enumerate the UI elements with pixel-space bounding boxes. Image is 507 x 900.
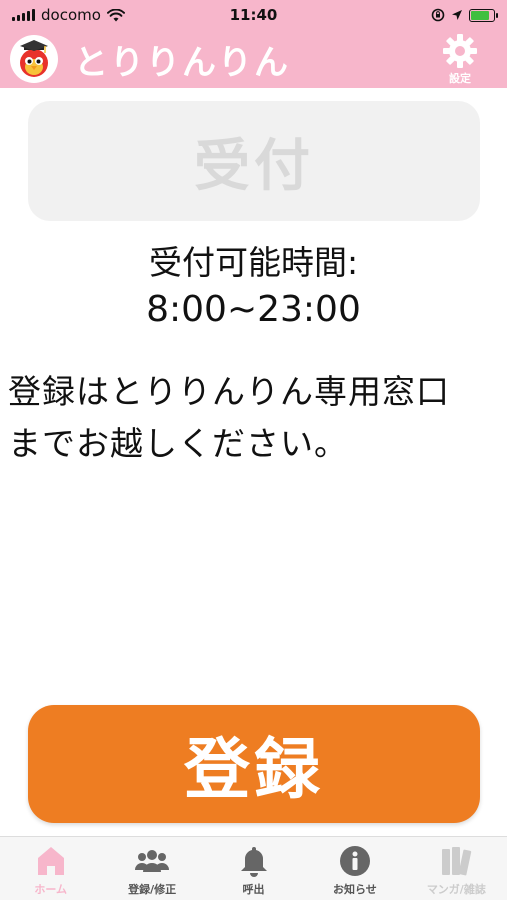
app-header: とりりんりん 設定 xyxy=(0,30,507,88)
users-icon xyxy=(135,850,170,872)
status-right xyxy=(431,8,498,22)
tab-bar: ホーム 登録/修正 呼出 お知らせ マンガ/雑誌 xyxy=(0,836,507,900)
reception-hours-label: 受付可能時間: xyxy=(148,243,359,282)
tab-register-edit[interactable]: 登録/修正 xyxy=(101,837,202,900)
info-icon xyxy=(339,846,370,876)
tab-manga-magazine-label: マンガ/雑誌 xyxy=(426,883,486,896)
tab-home[interactable]: ホーム xyxy=(0,837,101,900)
location-arrow-icon xyxy=(452,10,462,20)
reception-button[interactable]: 受付 xyxy=(28,101,480,221)
mascot-bird-icon xyxy=(20,40,48,77)
settings-label: 設定 xyxy=(449,72,471,85)
status-left: docomo xyxy=(12,6,125,24)
battery-icon xyxy=(469,8,498,22)
tab-register-edit-label: 登録/修正 xyxy=(128,883,177,896)
signal-strength-icon xyxy=(12,9,35,21)
tab-manga-magazine[interactable]: マンガ/雑誌 xyxy=(406,837,507,900)
status-bar: docomo 11:40 xyxy=(0,0,507,30)
wifi-icon xyxy=(106,8,125,21)
app-logo-avatar xyxy=(10,35,58,83)
home-icon xyxy=(37,847,64,875)
bell-icon xyxy=(240,847,267,877)
register-button[interactable]: 登録 xyxy=(28,705,480,823)
orientation-lock-icon xyxy=(431,8,445,22)
battery-level xyxy=(471,10,489,20)
registration-notice: 登録はとりりんりん専用窓口までお越しください。 xyxy=(8,372,450,463)
books-icon xyxy=(442,847,472,876)
tab-call-label: 呼出 xyxy=(242,883,265,896)
settings-button[interactable]: 設定 xyxy=(441,32,479,86)
reception-hours-value: 8:00~23:00 xyxy=(146,289,361,330)
gear-icon xyxy=(443,34,477,68)
tab-home-label: ホーム xyxy=(34,883,68,896)
tab-call[interactable]: 呼出 xyxy=(203,837,304,900)
tab-news[interactable]: お知らせ xyxy=(304,837,405,900)
app-title: とりりんりん xyxy=(74,42,290,83)
tab-news-label: お知らせ xyxy=(333,883,377,896)
carrier-name: docomo xyxy=(41,6,101,24)
